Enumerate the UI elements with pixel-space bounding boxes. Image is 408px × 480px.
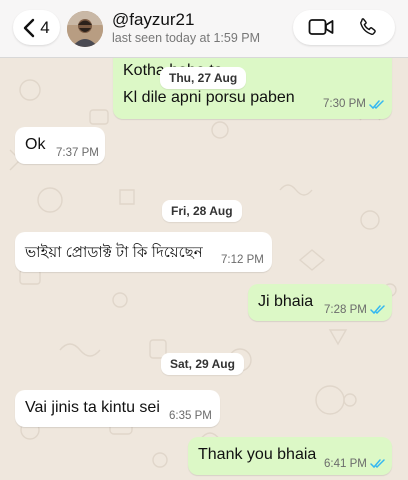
message-time: 6:35 PM bbox=[169, 410, 212, 422]
message-time: 7:28 PM bbox=[324, 304, 367, 316]
message-time: 7:12 PM bbox=[221, 254, 264, 266]
contact-name[interactable]: @fayzur21 bbox=[112, 10, 194, 30]
message-bubble-incoming[interactable]: Ok 7:37 PM bbox=[15, 127, 105, 164]
message-bubble-outgoing[interactable]: Kotha hobe to Kl dile apni porsu paben 7… bbox=[113, 57, 392, 119]
last-seen-status: last seen today at 1:59 PM bbox=[112, 31, 261, 45]
double-check-icon bbox=[369, 100, 384, 110]
message-bubble-outgoing[interactable]: Ji bhaia 7:28 PM bbox=[248, 284, 392, 321]
message-time: 7:37 PM bbox=[56, 147, 99, 159]
date-separator: Thu, 27 Aug bbox=[160, 67, 247, 89]
message-time: 7:30 PM bbox=[323, 98, 366, 110]
message-text: Kl dile apni porsu paben bbox=[123, 89, 295, 106]
message-bubble-outgoing[interactable]: Thank you bhaia 6:41 PM bbox=[188, 437, 392, 475]
voice-call-button[interactable] bbox=[358, 17, 378, 42]
video-call-icon bbox=[308, 19, 334, 35]
chat-header: 4 @fayzur21 last seen today at 1:59 PM bbox=[0, 0, 408, 58]
call-buttons bbox=[293, 10, 395, 45]
date-separator: Fri, 28 Aug bbox=[162, 200, 242, 222]
message-text: Ok bbox=[25, 136, 46, 153]
date-separator: Sat, 29 Aug bbox=[161, 353, 244, 375]
double-check-icon bbox=[370, 459, 385, 469]
chevron-left-icon bbox=[24, 18, 35, 37]
message-bubble-incoming[interactable]: Vai jinis ta kintu sei 6:35 PM bbox=[15, 390, 220, 427]
double-check-icon bbox=[370, 305, 385, 315]
video-call-button[interactable] bbox=[308, 18, 334, 41]
avatar[interactable] bbox=[67, 11, 103, 47]
phone-icon bbox=[360, 18, 376, 35]
message-time: 6:41 PM bbox=[324, 458, 367, 470]
message-bubble-incoming[interactable]: ভাইয়া প্রোডাক্ট টা কি দিয়েছেন 7:12 PM bbox=[15, 232, 272, 272]
back-button[interactable]: 4 bbox=[13, 10, 60, 45]
avatar-image bbox=[67, 11, 103, 47]
unread-count: 4 bbox=[40, 17, 50, 37]
message-text: ভাইয়া প্রোডাক্ট টা কি দিয়েছেন bbox=[25, 244, 203, 261]
message-text: Thank you bhaia bbox=[198, 446, 317, 463]
message-text: Ji bhaia bbox=[258, 293, 314, 310]
message-text: Vai jinis ta kintu sei bbox=[25, 399, 160, 416]
